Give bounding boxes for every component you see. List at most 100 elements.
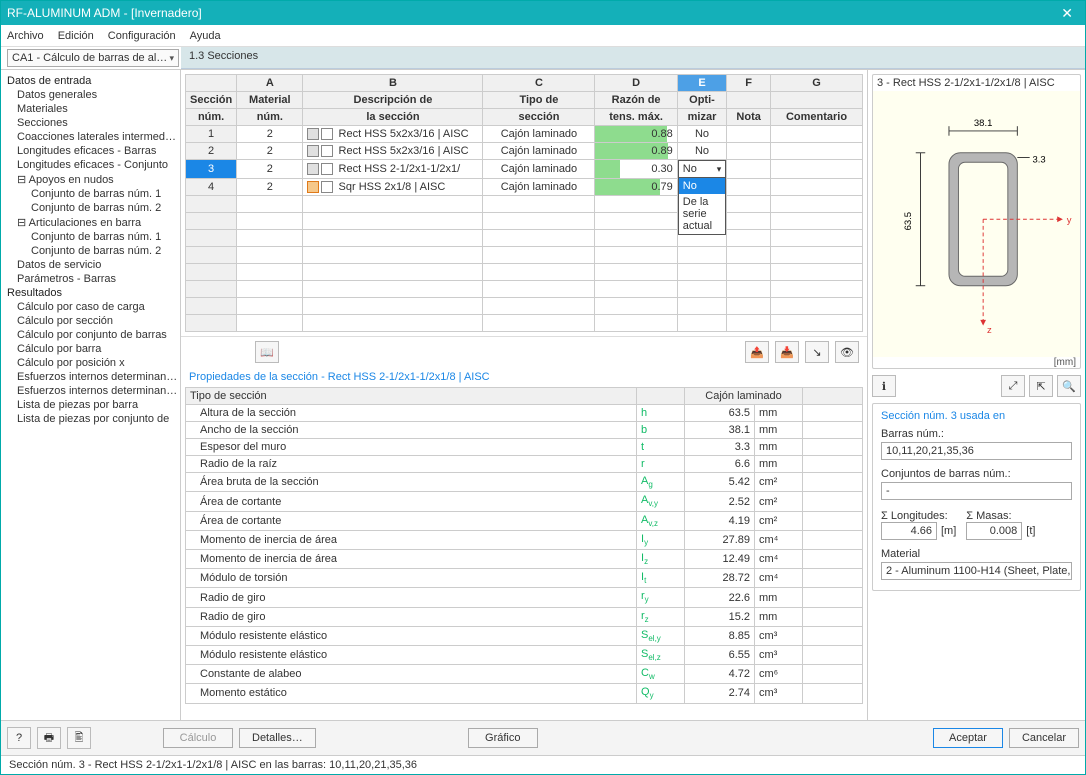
nav-tree: Datos de entrada Datos generalesMaterial… xyxy=(1,70,181,720)
tree-item[interactable]: Conjunto de barras núm. 2 xyxy=(3,244,178,258)
tree-apoyos[interactable]: ⊟ Apoyos en nudos xyxy=(3,172,178,187)
sumlen-value: 4.66 xyxy=(881,522,937,540)
menu-config[interactable]: Configuración xyxy=(108,30,176,42)
calc-button[interactable]: Cálculo xyxy=(163,728,233,748)
table-row[interactable]: 32 Rect HSS 2-1/2x1-1/2x1/Cajón laminado… xyxy=(186,160,863,179)
dialog-buttons: ? 🖶 🖺 Cálculo Detalles… Gráfico Aceptar … xyxy=(1,720,1085,755)
help-button[interactable]: ? xyxy=(7,727,31,749)
details-button[interactable]: Detalles… xyxy=(239,728,316,748)
menu-edicion[interactable]: Edición xyxy=(58,30,94,42)
tree-item[interactable]: Esfuerzos internos determinantes xyxy=(3,384,178,398)
axes-button[interactable]: ⤢ xyxy=(1001,375,1025,397)
prop-row: Módulo de torsiónIt28.72cm⁴ xyxy=(186,569,863,588)
diagram-title: 3 - Rect HSS 2-1/2x1-1/2x1/8 | AISC xyxy=(873,75,1080,91)
unit-label: [mm] xyxy=(873,357,1080,368)
svg-text:y: y xyxy=(1067,215,1072,226)
table-row[interactable]: 22 Rect HSS 5x2x3/16 | AISCCajón laminad… xyxy=(186,143,863,160)
prop-row: Constante de alabeoCw4.72cm⁶ xyxy=(186,665,863,684)
prop-row: Altura de la secciónh63.5mm xyxy=(186,405,863,422)
prop-row: Área de cortanteAv,z4.19cm² xyxy=(186,511,863,530)
bars-label: Barras núm.: xyxy=(881,428,1072,440)
prop-row: Área bruta de la secciónAg5.42cm² xyxy=(186,473,863,492)
tree-item[interactable]: Cálculo por sección xyxy=(3,314,178,328)
tree-item[interactable]: Datos generales xyxy=(3,88,178,102)
info-button[interactable]: ℹ xyxy=(872,375,896,397)
prop-row: Radio de girory22.6mm xyxy=(186,588,863,607)
tree-item[interactable]: Secciones xyxy=(3,116,178,130)
status-bar: Sección núm. 3 - Rect HSS 2-1/2x1-1/2x1/… xyxy=(1,755,1085,774)
prop-row: Módulo resistente elásticoSel,y8.85cm³ xyxy=(186,626,863,645)
sets-label: Conjuntos de barras núm.: xyxy=(881,468,1072,480)
props-title: Propiedades de la sección - Rect HSS 2-1… xyxy=(181,367,867,387)
tree-item[interactable]: Coacciones laterales intermedias xyxy=(3,130,178,144)
sections-table[interactable]: A B C D E F G Sección Material Descripci… xyxy=(185,74,863,332)
optimize-menu[interactable]: No De la serie actual xyxy=(678,177,726,235)
tree-item[interactable]: Cálculo por caso de carga xyxy=(3,300,178,314)
chevron-down-icon: ▾ xyxy=(169,53,174,64)
props-table: Tipo de sección Cajón laminado Altura de… xyxy=(185,387,863,703)
tree-item[interactable]: Conjunto de barras núm. 2 xyxy=(3,201,178,215)
case-dropdown[interactable]: CA1 - Cálculo de barras de alum ▾ xyxy=(7,49,179,67)
report-button[interactable]: 🖺 xyxy=(67,727,91,749)
table-row[interactable]: 12 Rect HSS 5x2x3/16 | AISCCajón laminad… xyxy=(186,126,863,143)
prop-row: Radio de la raízr6.6mm xyxy=(186,456,863,473)
tree-item[interactable]: Esfuerzos internos determinantes xyxy=(3,370,178,384)
pick-button[interactable]: ↘ xyxy=(805,341,829,363)
section-diagram-panel: 3 - Rect HSS 2-1/2x1-1/2x1/8 | AISC 38.1… xyxy=(872,74,1081,369)
prop-row: Área de cortanteAv,y2.52cm² xyxy=(186,492,863,511)
close-icon[interactable]: ✕ xyxy=(1055,5,1079,22)
tree-item[interactable]: Cálculo por posición x xyxy=(3,356,178,370)
tree-item[interactable]: Lista de piezas por conjunto de xyxy=(3,412,178,426)
content-title: 1.3 Secciones xyxy=(181,47,1085,69)
tree-item[interactable]: Cálculo por conjunto de barras xyxy=(3,328,178,342)
tree-resultados[interactable]: Resultados xyxy=(3,286,178,300)
tree-item[interactable]: Datos de servicio xyxy=(3,258,178,272)
used-in-panel: Sección núm. 3 usada en Barras núm.: 10,… xyxy=(872,403,1081,591)
tree-item[interactable]: Parámetros - Barras xyxy=(3,272,178,286)
tree-item[interactable]: Materiales xyxy=(3,102,178,116)
bars-value[interactable]: 10,11,20,21,35,36 xyxy=(881,442,1072,460)
tree-artic[interactable]: ⊟ Articulaciones en barra xyxy=(3,215,178,230)
library-button[interactable]: 📖 xyxy=(255,341,279,363)
tree-datos-entrada[interactable]: Datos de entrada xyxy=(3,74,178,88)
zoom-button[interactable]: 🔍 xyxy=(1057,375,1081,397)
sets-value[interactable]: - xyxy=(881,482,1072,500)
used-in-title: Sección núm. 3 usada en xyxy=(877,408,1076,424)
prop-row: Módulo resistente elásticoSel,z6.55cm³ xyxy=(186,645,863,664)
tree-item[interactable]: Cálculo por barra xyxy=(3,342,178,356)
section-diagram: 38.1 63.5 3.3 y xyxy=(873,91,1080,357)
svg-text:z: z xyxy=(987,325,992,336)
graph-button[interactable]: Gráfico xyxy=(468,728,538,748)
tree-item[interactable]: Longitudes eficaces - Barras xyxy=(3,144,178,158)
title-bar: RF-ALUMINUM ADM - [Invernadero] ✕ xyxy=(1,1,1085,25)
summass-label: Σ Masas: xyxy=(966,510,1035,522)
dims-button[interactable]: ⇱ xyxy=(1029,375,1053,397)
summass-value: 0.008 xyxy=(966,522,1022,540)
ok-button[interactable]: Aceptar xyxy=(933,728,1003,748)
import-button[interactable]: 📥 xyxy=(775,341,799,363)
tree-item[interactable]: Conjunto de barras núm. 1 xyxy=(3,187,178,201)
material-value[interactable]: 2 - Aluminum 1100-H14 (Sheet, Plate, Dr xyxy=(881,562,1072,580)
window-title: RF-ALUMINUM ADM - [Invernadero] xyxy=(7,6,1055,20)
view-button[interactable]: 👁 xyxy=(835,341,859,363)
sumlen-label: Σ Longitudes: xyxy=(881,510,956,522)
material-label: Material xyxy=(881,548,1072,560)
case-dropdown-label: CA1 - Cálculo de barras de alum xyxy=(12,52,169,64)
prop-row: Momento de inercia de áreaIz12.49cm⁴ xyxy=(186,550,863,569)
prop-row: Ancho de la secciónb38.1mm xyxy=(186,422,863,439)
dim-t: 3.3 xyxy=(1033,154,1046,165)
menu-archivo[interactable]: Archivo xyxy=(7,30,44,42)
export-button[interactable]: 📤 xyxy=(745,341,769,363)
opt-no: No xyxy=(679,178,725,194)
print-button[interactable]: 🖶 xyxy=(37,727,61,749)
tree-item[interactable]: Longitudes eficaces - Conjunto xyxy=(3,158,178,172)
opt-serie: De la serie actual xyxy=(679,194,725,234)
prop-row: Momento de inercia de áreaIy27.89cm⁴ xyxy=(186,530,863,549)
table-row[interactable]: 42 Sqr HSS 2x1/8 | AISCCajón laminado0.7… xyxy=(186,179,863,196)
cancel-button[interactable]: Cancelar xyxy=(1009,728,1079,748)
grid-toolbar: 📖 📤 📥 ↘ 👁 xyxy=(181,336,867,367)
menu-ayuda[interactable]: Ayuda xyxy=(190,30,221,42)
tree-item[interactable]: Conjunto de barras núm. 1 xyxy=(3,230,178,244)
tree-item[interactable]: Lista de piezas por barra xyxy=(3,398,178,412)
dim-h: 63.5 xyxy=(903,212,914,230)
